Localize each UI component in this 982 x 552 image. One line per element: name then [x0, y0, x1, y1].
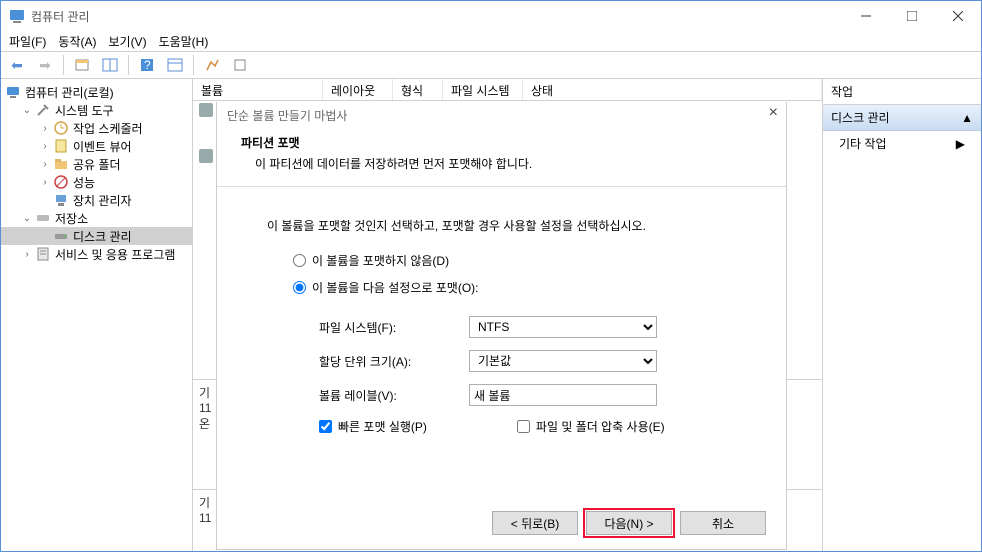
- tree-performance[interactable]: › 성능: [1, 173, 192, 191]
- tree-system-tools[interactable]: ⌄ 시스템 도구: [1, 101, 192, 119]
- tree-event-viewer[interactable]: › 이벤트 뷰어: [1, 137, 192, 155]
- close-button[interactable]: [935, 1, 981, 31]
- allocation-row: 할당 단위 크기(A): 기본값: [267, 350, 736, 372]
- radio-format[interactable]: 이 볼륨을 다음 설정으로 포맷(O):: [293, 279, 736, 296]
- menu-view[interactable]: 보기(V): [108, 33, 146, 50]
- toolbar-btn-4[interactable]: [200, 54, 224, 76]
- event-viewer-icon: [53, 138, 69, 154]
- wizard-subheading: 이 파티션에 데이터를 저장하려면 먼저 포맷해야 합니다.: [241, 155, 762, 172]
- volume-label-label: 볼륨 레이블(V):: [319, 387, 469, 404]
- menubar: 파일(F) 동작(A) 보기(V) 도움말(H): [1, 31, 981, 51]
- toolbar-btn-5[interactable]: [228, 54, 252, 76]
- cancel-button[interactable]: 취소: [680, 511, 766, 535]
- disk-mgmt-icon: [53, 228, 69, 244]
- tree-storage[interactable]: ⌄ 저장소: [1, 209, 192, 227]
- performance-icon: [53, 174, 69, 190]
- radio-no-format[interactable]: 이 볼륨을 포맷하지 않음(D): [293, 252, 736, 269]
- collapse-icon[interactable]: ⌄: [21, 213, 33, 224]
- next-button[interactable]: 다음(N) >: [586, 511, 672, 535]
- tree-scheduler[interactable]: › 작업 스케줄러: [1, 119, 192, 137]
- compress-input[interactable]: [517, 420, 530, 433]
- wizard-heading: 파티션 포맷: [241, 134, 762, 151]
- tree-services[interactable]: › 서비스 및 응용 프로그램: [1, 245, 192, 263]
- volume-icon: [199, 149, 213, 163]
- toolbar: ⬅ ➡ ?: [1, 51, 981, 79]
- volume-label-input[interactable]: [469, 384, 657, 406]
- collapse-icon[interactable]: ⌄: [21, 105, 33, 116]
- tools-icon: [35, 102, 51, 118]
- wizard-header: 파티션 포맷 이 파티션에 데이터를 저장하려면 먼저 포맷해야 합니다.: [217, 128, 786, 187]
- storage-icon: [35, 210, 51, 226]
- expand-icon[interactable]: ›: [39, 159, 51, 170]
- expand-icon[interactable]: ›: [39, 123, 51, 134]
- col-layout[interactable]: 레이아웃: [323, 79, 393, 100]
- services-icon: [35, 246, 51, 262]
- collapse-arrow-icon: ▲: [961, 111, 973, 125]
- menu-action[interactable]: 동작(A): [58, 33, 96, 50]
- shared-folders-icon: [53, 156, 69, 172]
- tree-device-manager[interactable]: › 장치 관리자: [1, 191, 192, 209]
- wizard-instruction: 이 볼륨을 포맷할 것인지 선택하고, 포맷할 경우 사용할 설정을 선택하십시…: [267, 217, 736, 234]
- tree-root[interactable]: 컴퓨터 관리(로컬): [1, 83, 192, 101]
- scheduler-icon: [53, 120, 69, 136]
- titlebar: 컴퓨터 관리: [1, 1, 981, 31]
- col-volume[interactable]: 볼륨: [193, 79, 323, 100]
- wizard-dialog: 단순 볼륨 만들기 마법사 × 파티션 포맷 이 파티션에 데이터를 저장하려면…: [216, 102, 787, 550]
- filesystem-label: 파일 시스템(F):: [319, 319, 469, 336]
- forward-button[interactable]: ➡: [33, 54, 57, 76]
- minimize-button[interactable]: [843, 1, 889, 31]
- menu-help[interactable]: 도움말(H): [159, 33, 209, 50]
- col-status[interactable]: 상태: [523, 79, 822, 100]
- actions-more[interactable]: 기타 작업 ▶: [823, 131, 981, 156]
- tree-shared-folders[interactable]: › 공유 폴더: [1, 155, 192, 173]
- wizard-close-button[interactable]: ×: [769, 104, 778, 122]
- tree-panel: 컴퓨터 관리(로컬) ⌄ 시스템 도구 › 작업 스케줄러 › 이벤트 뷰어 ›…: [1, 79, 193, 551]
- column-headers: 볼륨 레이아웃 형식 파일 시스템 상태: [193, 79, 822, 101]
- menu-file[interactable]: 파일(F): [9, 33, 46, 50]
- compress-checkbox[interactable]: 파일 및 폴더 압축 사용(E): [517, 418, 665, 435]
- filesystem-row: 파일 시스템(F): NTFS: [267, 316, 736, 338]
- col-type[interactable]: 형식: [393, 79, 443, 100]
- volume-label-row: 볼륨 레이블(V):: [267, 384, 736, 406]
- wizard-title: 단순 볼륨 만들기 마법사: [227, 107, 347, 124]
- format-radio-group: 이 볼륨을 포맷하지 않음(D) 이 볼륨을 다음 설정으로 포맷(O):: [267, 252, 736, 296]
- tree-disk-management[interactable]: › 디스크 관리: [1, 227, 192, 245]
- svg-text:?: ?: [144, 58, 151, 72]
- submenu-arrow-icon: ▶: [956, 137, 965, 151]
- radio-no-format-input[interactable]: [293, 254, 306, 267]
- wizard-buttons: < 뒤로(B) 다음(N) > 취소: [492, 511, 766, 535]
- wizard-body: 이 볼륨을 포맷할 것인지 선택하고, 포맷할 경우 사용할 설정을 선택하십시…: [217, 187, 786, 465]
- window-title: 컴퓨터 관리: [31, 8, 843, 25]
- checkbox-row: 빠른 포맷 실행(P) 파일 및 폴더 압축 사용(E): [267, 418, 736, 435]
- forward-arrow-icon: ➡: [39, 57, 51, 74]
- back-button[interactable]: < 뒤로(B): [492, 511, 578, 535]
- maximize-button[interactable]: [889, 1, 935, 31]
- toolbar-btn-1[interactable]: [70, 54, 94, 76]
- col-fs[interactable]: 파일 시스템: [443, 79, 523, 100]
- quick-format-checkbox[interactable]: 빠른 포맷 실행(P): [319, 418, 427, 435]
- expand-icon[interactable]: ›: [39, 141, 51, 152]
- wizard-titlebar: 단순 볼륨 만들기 마법사 ×: [217, 102, 786, 128]
- device-manager-icon: [53, 192, 69, 208]
- actions-header: 작업: [823, 79, 981, 105]
- expand-icon[interactable]: ›: [21, 249, 33, 260]
- toolbar-btn-2[interactable]: [98, 54, 122, 76]
- allocation-select[interactable]: 기본값: [469, 350, 657, 372]
- app-icon: [9, 8, 25, 24]
- expand-icon[interactable]: ›: [39, 177, 51, 188]
- back-button[interactable]: ⬅: [5, 54, 29, 76]
- computer-icon: [5, 84, 21, 100]
- filesystem-select[interactable]: NTFS: [469, 316, 657, 338]
- help-button[interactable]: ?: [135, 54, 159, 76]
- actions-section[interactable]: 디스크 관리 ▲: [823, 105, 981, 131]
- actions-panel: 작업 디스크 관리 ▲ 기타 작업 ▶: [823, 79, 981, 551]
- quick-format-input[interactable]: [319, 420, 332, 433]
- toolbar-btn-3[interactable]: [163, 54, 187, 76]
- volume-icon: [199, 103, 213, 117]
- back-arrow-icon: ⬅: [11, 57, 23, 74]
- allocation-label: 할당 단위 크기(A):: [319, 353, 469, 370]
- radio-format-input[interactable]: [293, 281, 306, 294]
